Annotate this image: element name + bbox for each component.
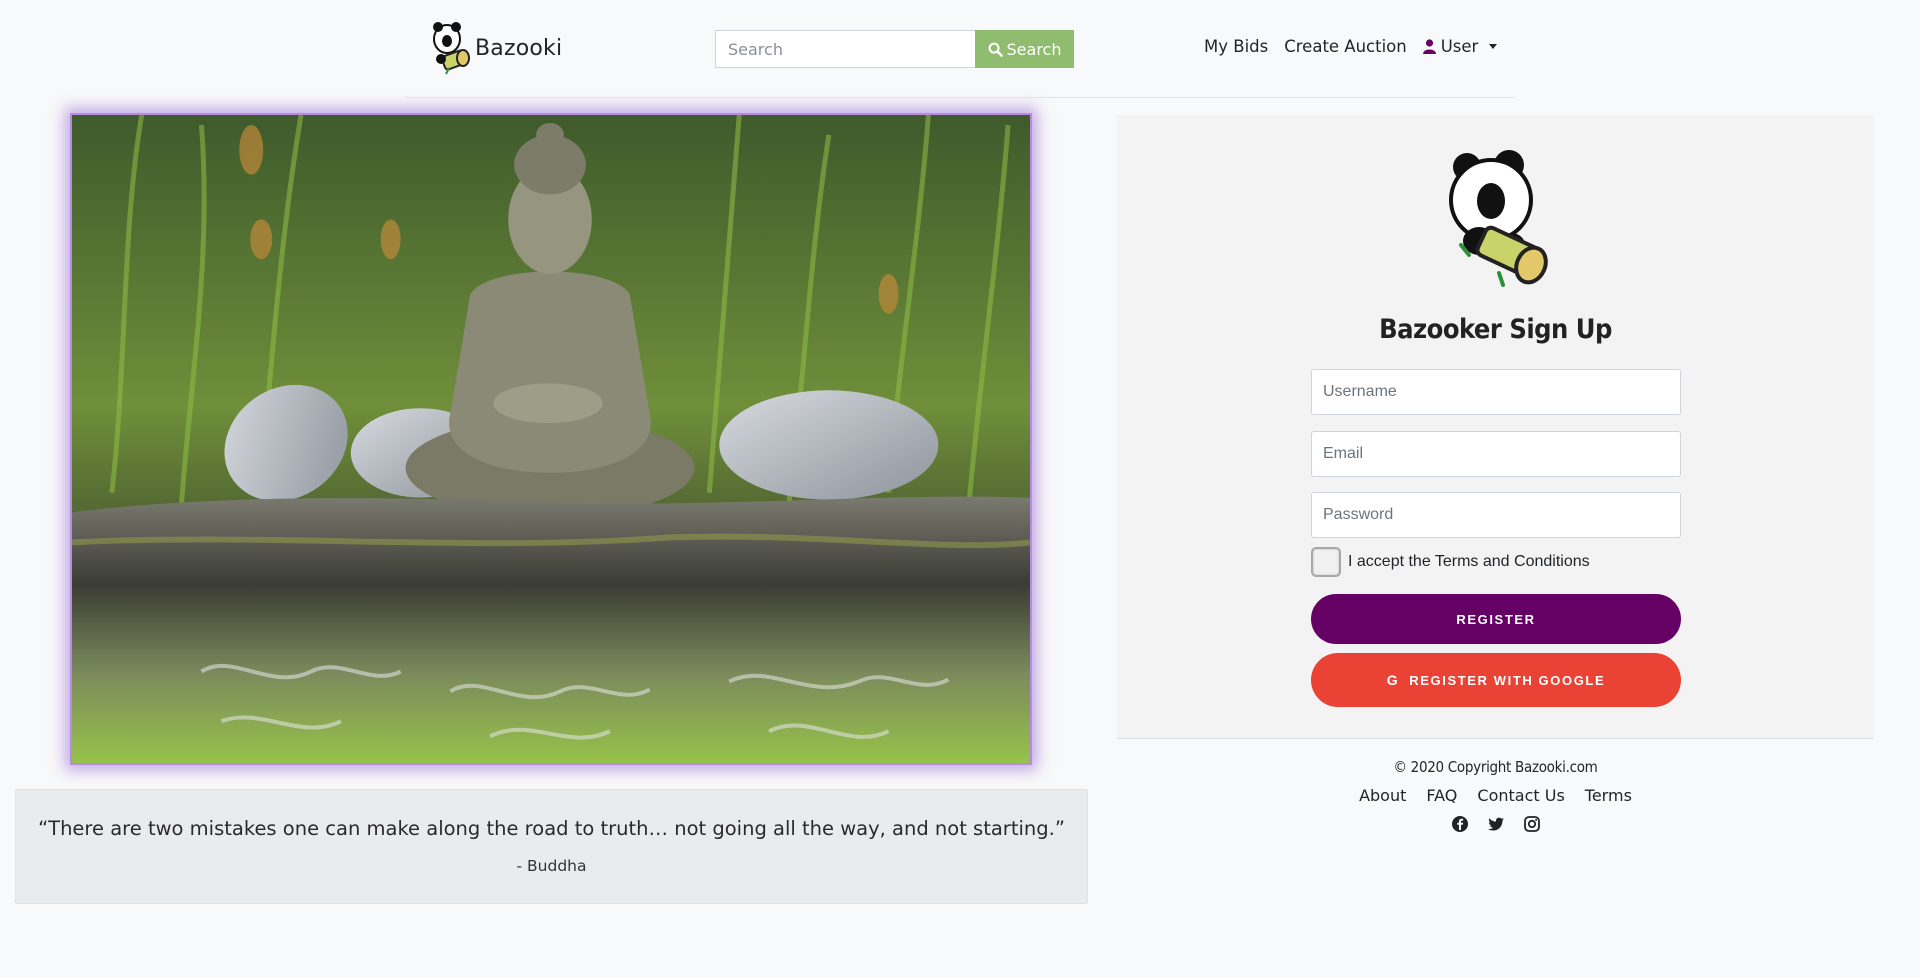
- footer-link-about[interactable]: About: [1359, 786, 1406, 805]
- nav-create-auction[interactable]: Create Auction: [1284, 37, 1407, 56]
- search-icon: [988, 42, 1003, 57]
- signup-panel: Bazooker Sign Up I accept the Terms and …: [1117, 115, 1874, 739]
- register-with-google-button[interactable]: G REGISTER WITH GOOGLE: [1311, 653, 1681, 707]
- footer-link-terms[interactable]: Terms: [1585, 786, 1632, 805]
- nav-links: My Bids Create Auction User: [1204, 37, 1498, 56]
- search-form: Search: [715, 30, 1074, 68]
- terms-label: I accept the Terms and Conditions: [1348, 553, 1590, 570]
- panda-logo-icon: [433, 22, 470, 75]
- user-menu-label: User: [1440, 37, 1479, 56]
- user-icon: [1422, 39, 1436, 54]
- password-field[interactable]: [1311, 492, 1681, 538]
- navbar: Bazooki Search My Bids Create Auction Us…: [405, 0, 1515, 98]
- twitter-icon[interactable]: [1487, 815, 1505, 833]
- panda-logo-icon: [1449, 150, 1548, 287]
- social-links: [1117, 815, 1874, 833]
- footer-links: About FAQ Contact Us Terms: [1117, 786, 1874, 805]
- facebook-icon[interactable]: [1451, 815, 1469, 833]
- hero-image: [70, 113, 1032, 765]
- signup-title: Bazooker Sign Up: [1379, 314, 1612, 345]
- instagram-icon[interactable]: [1523, 815, 1541, 833]
- search-button-label: Search: [1006, 39, 1062, 59]
- google-icon: G: [1386, 672, 1400, 688]
- quote-author: - Buddha: [516, 857, 587, 875]
- register-with-google-label: REGISTER WITH GOOGLE: [1409, 672, 1606, 688]
- copyright: © 2020 Copyright Bazooki.com: [1393, 758, 1598, 776]
- email-field[interactable]: [1311, 431, 1681, 477]
- footer: © 2020 Copyright Bazooki.com About FAQ C…: [1117, 758, 1874, 833]
- footer-link-contact-us[interactable]: Contact Us: [1477, 786, 1564, 805]
- quote-box: “There are two mistakes one can make alo…: [15, 789, 1088, 904]
- brand-name: Bazooki: [475, 35, 563, 61]
- terms-checkbox[interactable]: [1311, 547, 1341, 577]
- search-input[interactable]: [715, 30, 975, 68]
- nav-my-bids[interactable]: My Bids: [1204, 37, 1268, 56]
- terms-row: I accept the Terms and Conditions: [1311, 547, 1590, 577]
- register-button[interactable]: REGISTER: [1311, 594, 1681, 644]
- brand-link[interactable]: Bazooki: [427, 20, 562, 76]
- footer-link-faq[interactable]: FAQ: [1426, 786, 1457, 805]
- quote-text: “There are two mistakes one can make alo…: [38, 817, 1065, 840]
- user-menu-toggle[interactable]: User: [1422, 37, 1498, 56]
- chevron-down-icon: [1489, 44, 1498, 49]
- username-field[interactable]: [1311, 369, 1681, 415]
- buddha-statue-image: [72, 115, 1030, 763]
- search-button[interactable]: Search: [975, 30, 1074, 68]
